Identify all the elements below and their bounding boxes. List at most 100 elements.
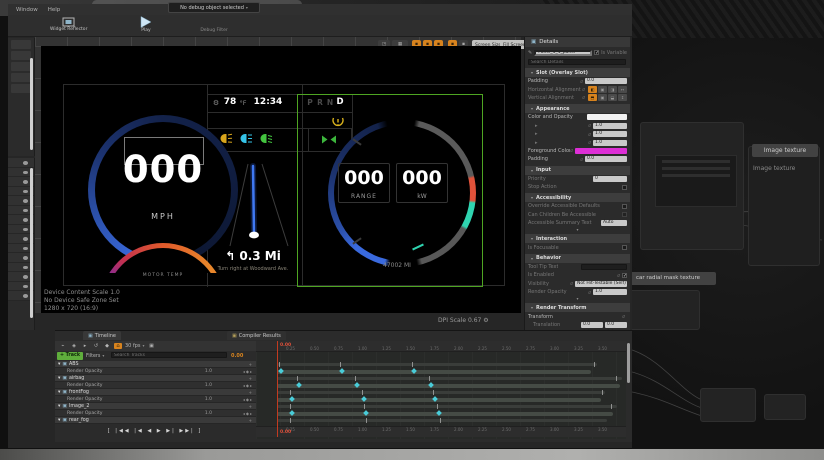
color-b-field[interactable]: 1.0 (593, 140, 627, 146)
key-row-header[interactable] (256, 403, 626, 410)
track-header[interactable]: ▾▣Image_2+ (55, 403, 256, 410)
track-property[interactable]: Render Opacity1.0◂◆▸ (55, 368, 256, 375)
color-g-field[interactable]: 1.0 (593, 131, 627, 137)
menu-help[interactable]: Help (48, 7, 61, 13)
visibility-eye-icon[interactable] (23, 218, 28, 222)
palette-item[interactable] (11, 84, 31, 93)
padding-field[interactable]: 0.0 (585, 78, 627, 84)
menu-window[interactable]: Window (16, 7, 38, 13)
visibility-eye-icon[interactable] (23, 294, 28, 298)
section-appearance[interactable]: Appearance (525, 104, 630, 113)
translation-x-field[interactable]: 0.0 (581, 322, 603, 328)
track-header[interactable]: ▾▣airbag+ (55, 375, 256, 382)
key-row-header[interactable] (256, 361, 626, 368)
is-enabled-checkbox[interactable] (622, 273, 627, 278)
visibility-eye-icon[interactable] (23, 237, 28, 241)
visibility-dropdown[interactable]: Not Hit-Testable (Self) (575, 281, 627, 287)
halign-center-button[interactable]: ▣ (598, 86, 607, 93)
hierarchy-item[interactable] (8, 158, 34, 168)
visibility-eye-icon[interactable] (23, 228, 28, 232)
appearance-padding-field[interactable]: 0.0 (585, 156, 627, 162)
tab-compiler-results[interactable]: ▣Compiler Results (227, 331, 286, 340)
key-row[interactable] (256, 396, 626, 403)
visibility-eye-icon[interactable] (23, 275, 28, 279)
playback-transport[interactable]: [ |◀◀ |◀ ◀ ▶ ▶| ▶▶| ] (85, 428, 225, 434)
tab-timeline[interactable]: ▣Timeline (83, 331, 121, 340)
details-tab[interactable]: ▣Details (525, 37, 630, 47)
keyframe-options-icon[interactable]: ◈ (70, 343, 78, 349)
translation-y-field[interactable]: 0.0 (605, 322, 627, 328)
palette-item[interactable] (11, 73, 31, 82)
autokey-toggle-icon[interactable]: ⌂ (114, 343, 122, 349)
small-node-2[interactable] (764, 394, 806, 420)
time-ruler-top[interactable]: 0.250.500.751.001.251.501.752.002.252.50… (256, 341, 626, 352)
children-accessible-checkbox[interactable] (622, 212, 627, 217)
add-track-button[interactable]: + Track (57, 352, 83, 360)
key-row[interactable] (256, 410, 626, 417)
stop-action-checkbox[interactable] (622, 185, 627, 190)
visibility-eye-icon[interactable] (23, 247, 28, 251)
track-header[interactable]: ▾▣frontFog+ (55, 389, 256, 396)
summary-text-dropdown[interactable]: Auto (601, 220, 627, 226)
halign-fill-button[interactable]: ↔ (618, 86, 627, 93)
time-ruler-bottom[interactable]: 0.250.500.751.001.251.501.752.002.252.50… (256, 426, 626, 437)
track-search-input[interactable] (111, 352, 227, 358)
halign-right-button[interactable]: ◨ (608, 86, 617, 93)
track-property[interactable]: Render Opacity1.0◂◆▸ (55, 396, 256, 403)
section-input[interactable]: Input (525, 166, 630, 175)
filters-dropdown[interactable]: Filters (86, 353, 104, 359)
current-time-display[interactable]: 0.00 (231, 353, 243, 359)
visibility-eye-icon[interactable] (23, 285, 28, 289)
color-opacity-swatch[interactable] (587, 114, 627, 120)
visibility-eye-icon[interactable] (23, 199, 28, 203)
valign-center-button[interactable]: ▣ (598, 94, 607, 101)
palette-item[interactable] (11, 40, 31, 49)
is-variable-checkbox[interactable] (594, 50, 599, 55)
track-property[interactable]: Render Opacity1.0◂◆▸ (55, 382, 256, 389)
halign-left-button[interactable]: ◧ (588, 86, 597, 93)
track-header[interactable]: ▾▣rear_fog+ (55, 417, 256, 424)
widget-reflector-button[interactable]: Widget Reflector (50, 17, 87, 32)
details-search-input[interactable] (528, 59, 626, 65)
debug-object-dropdown[interactable]: No debug object selected (168, 2, 260, 13)
section-accessibility[interactable]: Accessibility (525, 193, 630, 202)
visibility-eye-icon[interactable] (23, 180, 28, 184)
is-focusable-checkbox[interactable] (622, 245, 627, 250)
dpi-settings-gear-icon[interactable]: ⚙ (483, 317, 488, 324)
key-all-icon[interactable]: ◆ (103, 343, 111, 349)
visibility-eye-icon[interactable] (23, 161, 28, 165)
hierarchy-scrollbar[interactable] (30, 168, 33, 318)
track-header[interactable]: ▾▣ABS+ (55, 361, 256, 368)
folder-icon[interactable]: ▣ (148, 343, 156, 349)
play-button[interactable]: Play (140, 16, 152, 33)
key-row[interactable] (256, 368, 626, 375)
track-property[interactable]: Render Opacity1.0◂◆▸ (55, 410, 256, 417)
section-slot[interactable]: Slot (Overlay Slot) (525, 68, 630, 77)
timeline-scrollbar[interactable] (627, 343, 630, 383)
override-accessible-checkbox[interactable] (622, 204, 627, 209)
valign-top-button[interactable]: ⬒ (588, 94, 597, 101)
playhead-line[interactable] (277, 341, 278, 437)
priority-field[interactable]: 0 (593, 176, 627, 182)
color-r-field[interactable]: 1.0 (593, 123, 627, 129)
section-interaction[interactable]: Interaction (525, 234, 630, 243)
valign-fill-button[interactable]: ↕ (618, 94, 627, 101)
section-render-transform[interactable]: Render Transform (525, 303, 630, 312)
section-expander-icon[interactable]: ▾ (525, 227, 630, 232)
material-node[interactable] (640, 122, 744, 250)
image-texture-node[interactable]: Image texture (748, 146, 820, 266)
key-row-header[interactable] (256, 375, 626, 382)
section-expander-icon[interactable]: ▾ (525, 296, 630, 301)
palette-item[interactable] (11, 62, 31, 71)
widget-name-field[interactable] (534, 50, 592, 56)
visibility-eye-icon[interactable] (23, 190, 28, 194)
render-opacity-field[interactable]: 1.0 (593, 289, 627, 295)
visibility-eye-icon[interactable] (23, 171, 28, 175)
visibility-eye-icon[interactable] (23, 266, 28, 270)
foreground-color-swatch[interactable] (575, 148, 627, 154)
section-behavior[interactable]: Behavior (525, 254, 630, 263)
radial-mask-node[interactable] (620, 290, 700, 330)
visibility-eye-icon[interactable] (23, 256, 28, 260)
curves-icon[interactable]: ↺ (92, 343, 100, 349)
palette-item[interactable] (11, 51, 31, 60)
